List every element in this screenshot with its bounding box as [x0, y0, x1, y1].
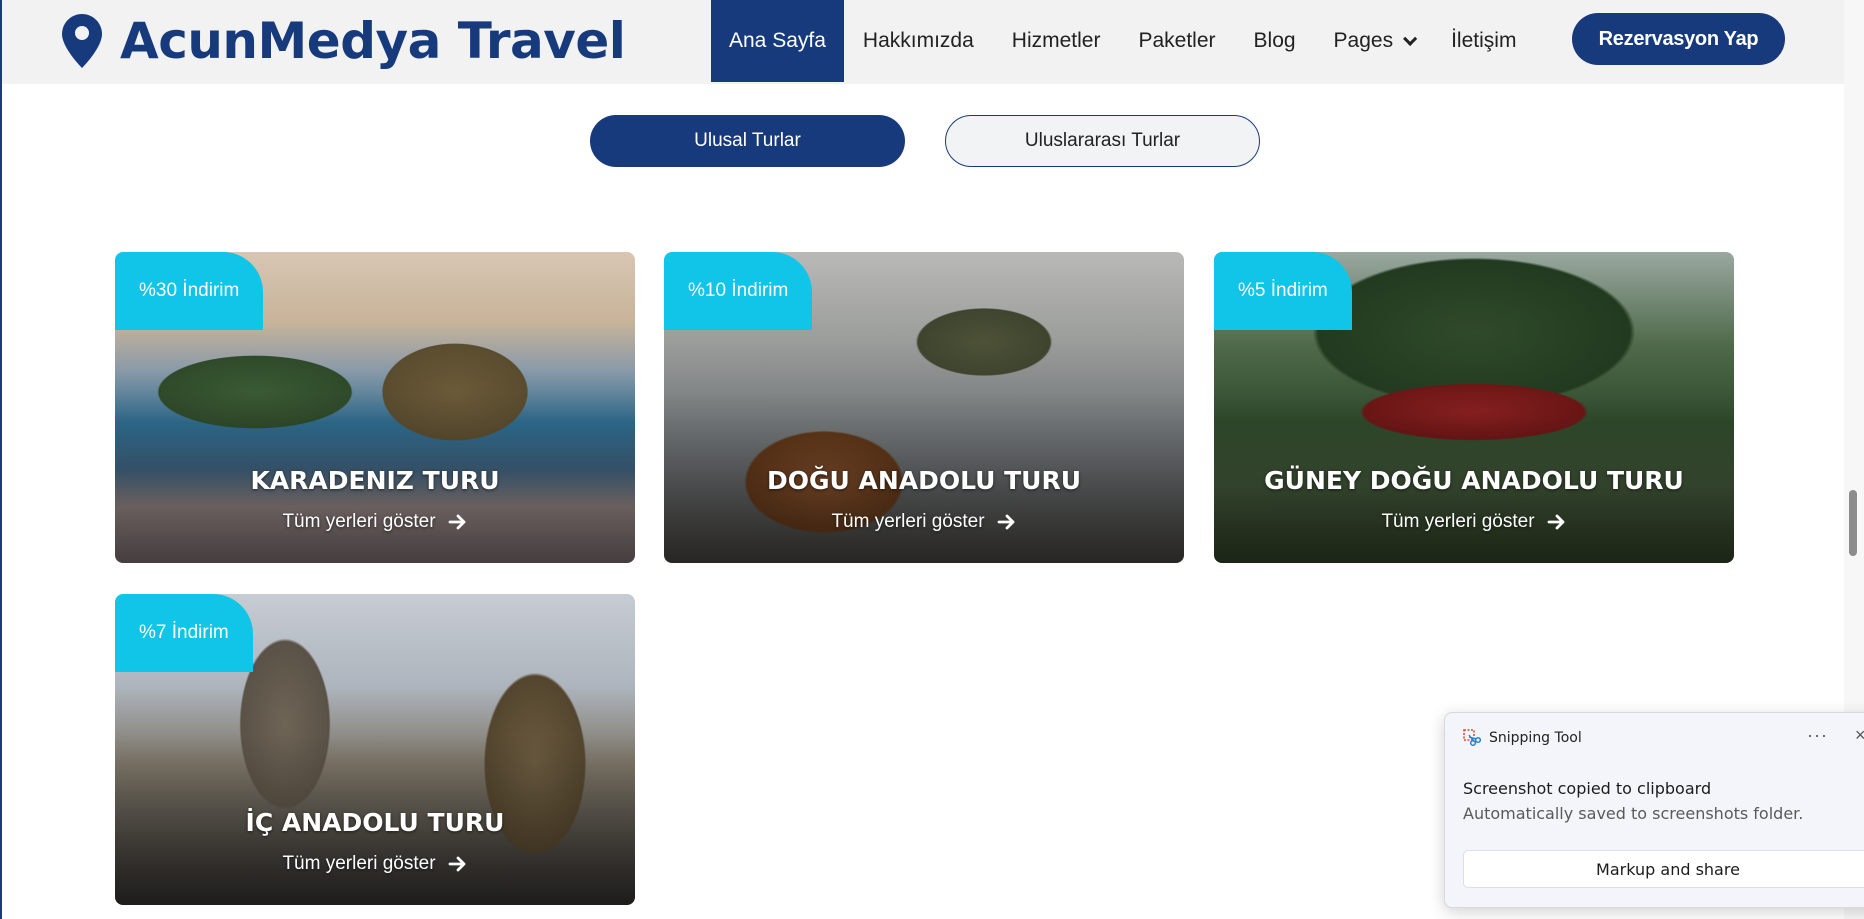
tour-card-ic-anadolu[interactable]: %7 İndirim İÇ ANADOLU TURU Tüm yerleri g… [115, 594, 635, 905]
toast-app-name: Snipping Tool [1489, 730, 1582, 746]
nav-item-services[interactable]: Hizmetler [993, 0, 1120, 82]
tab-international-tours[interactable]: Uluslararası Turlar [945, 115, 1260, 167]
arrow-right-icon [448, 856, 465, 872]
site-header: AcunMedya Travel Ana Sayfa Hakkımızda Hi… [2, 0, 1844, 84]
nav-item-about[interactable]: Hakkımızda [844, 0, 993, 82]
brand-name: AcunMedya Travel [120, 12, 626, 70]
map-pin-icon [62, 14, 102, 68]
show-all-link[interactable]: Tüm yerleri göster [664, 511, 1184, 533]
markup-and-share-button[interactable]: Markup and share [1463, 850, 1864, 888]
nav-item-pages-label: Pages [1333, 29, 1394, 52]
show-all-link[interactable]: Tüm yerleri göster [115, 511, 635, 533]
show-all-label: Tüm yerleri göster [282, 511, 436, 532]
discount-badge: %5 İndirim [1214, 252, 1352, 330]
nav-item-home[interactable]: Ana Sayfa [711, 0, 844, 82]
tour-card-dogu-anadolu[interactable]: %10 İndirim DOĞU ANADOLU TURU Tüm yerler… [664, 252, 1184, 563]
show-all-label: Tüm yerleri göster [1381, 511, 1535, 532]
scrollbar-thumb[interactable] [1849, 490, 1857, 556]
discount-badge: %7 İndirim [115, 594, 253, 672]
discount-badge: %10 İndirim [664, 252, 813, 330]
arrow-right-icon [997, 514, 1014, 530]
card-title: İÇ ANADOLU TURU [245, 808, 505, 837]
tour-card-karadeniz[interactable]: %30 İndirim KARADENIZ TURU Tüm yerleri g… [115, 252, 635, 563]
show-all-link[interactable]: Tüm yerleri göster [115, 853, 635, 875]
nav-item-packages[interactable]: Paketler [1119, 0, 1234, 82]
snipping-tool-icon [1463, 729, 1481, 747]
card-title: GÜNEY DOĞU ANADOLU TURU [1264, 466, 1684, 495]
browser-viewport: AcunMedya Travel Ana Sayfa Hakkımızda Hi… [0, 0, 1864, 919]
more-options-icon[interactable]: ··· [1807, 725, 1828, 746]
tour-card-guney-dogu-anadolu[interactable]: %5 İndirim GÜNEY DOĞU ANADOLU TURU Tüm y… [1214, 252, 1734, 563]
discount-badge: %30 İndirim [115, 252, 264, 330]
show-all-link[interactable]: Tüm yerleri göster [1214, 511, 1734, 533]
card-title: KARADENIZ TURU [250, 466, 500, 495]
arrow-right-icon [448, 514, 465, 530]
close-icon[interactable]: × [1855, 725, 1864, 746]
toast-title: Screenshot copied to clipboard [1463, 779, 1712, 798]
show-all-label: Tüm yerleri göster [831, 511, 985, 532]
show-all-label: Tüm yerleri göster [282, 853, 436, 874]
nav-item-blog[interactable]: Blog [1235, 0, 1315, 82]
reservation-button[interactable]: Rezervasyon Yap [1572, 13, 1785, 65]
toast-subtitle: Automatically saved to screenshots folde… [1463, 804, 1804, 823]
nav-item-contact[interactable]: İletişim [1432, 0, 1535, 82]
tab-national-tours[interactable]: Ulusal Turlar [590, 115, 905, 167]
chevron-down-icon [1403, 31, 1418, 46]
site-logo[interactable]: AcunMedya Travel [62, 8, 626, 74]
toast-app-header: Snipping Tool [1463, 729, 1582, 747]
arrow-right-icon [1547, 514, 1564, 530]
card-title: DOĞU ANADOLU TURU [766, 466, 1082, 495]
main-nav: Ana Sayfa Hakkımızda Hizmetler Paketler … [711, 0, 1535, 82]
nav-item-pages[interactable]: Pages [1315, 0, 1433, 82]
snipping-tool-notification[interactable]: Snipping Tool ··· × Screenshot copied to… [1444, 712, 1864, 908]
